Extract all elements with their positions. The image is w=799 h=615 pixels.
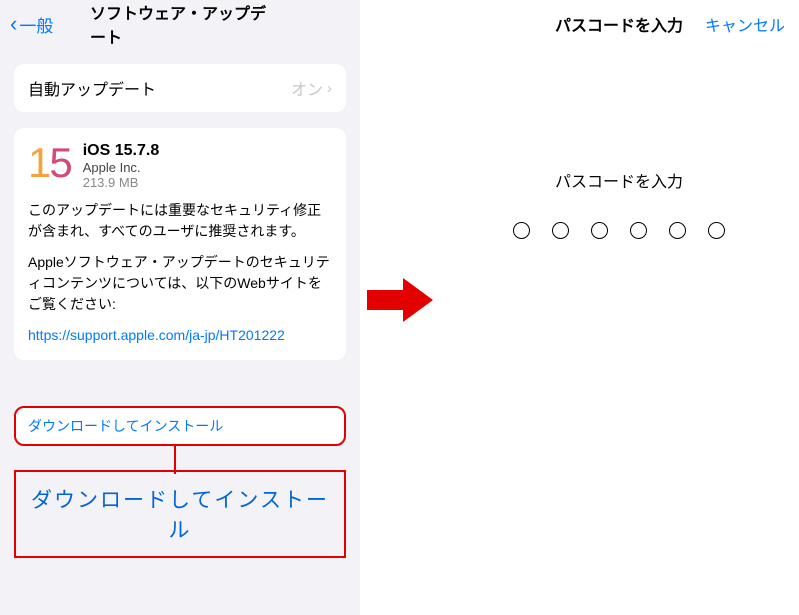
update-publisher: Apple Inc. <box>83 160 160 175</box>
page-title: ソフトウェア・アップデート <box>90 0 270 48</box>
update-card: 15 iOS 15.7.8 Apple Inc. 213.9 MB このアップデ… <box>14 128 346 360</box>
auto-update-label: 自動アップデート <box>28 76 156 100</box>
chevron-right-icon: › <box>327 80 332 97</box>
ios-15-icon: 15 <box>28 142 71 190</box>
passcode-dot <box>708 222 725 239</box>
auto-update-value: オン › <box>291 76 332 100</box>
cancel-button[interactable]: キャンセル <box>705 12 785 36</box>
security-link[interactable]: https://support.apple.com/ja-jp/HT201222 <box>28 327 285 343</box>
passcode-header: パスコードを入力 キャンセル <box>439 0 799 48</box>
passcode-dots[interactable] <box>439 222 799 239</box>
callout-connector <box>174 446 176 474</box>
update-name: iOS 15.7.8 <box>83 142 160 160</box>
auto-update-row[interactable]: 自動アップデート オン › <box>14 64 346 112</box>
download-install-button[interactable]: ダウンロードしてインストール <box>14 406 346 446</box>
callout-box: ダウンロードしてインストール <box>14 470 346 558</box>
flow-arrow-icon <box>360 270 439 330</box>
update-desc-1: このアップデートには重要なセキュリティ修正が含まれ、すべてのユーザに推奨されます… <box>28 200 332 242</box>
passcode-dot <box>552 222 569 239</box>
update-desc-2: Appleソフトウェア・アップデートのセキュリティコンテンツについては、以下のW… <box>28 252 332 315</box>
passcode-dot <box>591 222 608 239</box>
callout-text: ダウンロードしてインストール <box>26 484 334 544</box>
passcode-dot <box>513 222 530 239</box>
download-install-label: ダウンロードしてインストール <box>28 418 223 434</box>
passcode-dot <box>630 222 647 239</box>
update-size: 213.9 MB <box>83 175 160 190</box>
passcode-prompt: パスコードを入力 <box>439 168 799 192</box>
nav-header: ‹ 一般 ソフトウェア・アップデート <box>0 0 360 48</box>
passcode-title: パスコードを入力 <box>555 12 683 36</box>
back-button[interactable]: ‹ 一般 <box>10 11 53 37</box>
passcode-dot <box>669 222 686 239</box>
chevron-left-icon: ‹ <box>10 11 17 37</box>
back-label: 一般 <box>19 12 53 37</box>
